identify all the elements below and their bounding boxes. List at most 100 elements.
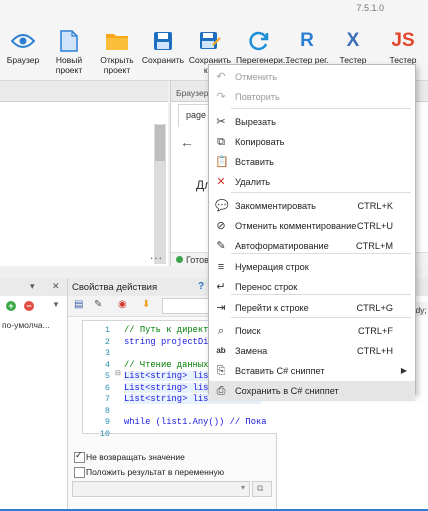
- scrollbar-thumb[interactable]: [155, 125, 165, 161]
- properties-title: Свойства действия: [72, 282, 158, 293]
- new-project-button[interactable]: Новый проект: [46, 30, 92, 75]
- line-number: 4: [104, 359, 110, 370]
- chevron-down-icon: ▾: [240, 483, 245, 492]
- menu-item-shortcut: CTRL+F: [358, 326, 393, 336]
- menu-item-6[interactable]: ✕ Удалить: [209, 172, 415, 192]
- regex-tester-button[interactable]: R Тестер рег.: [284, 30, 330, 65]
- close-icon[interactable]: ✕: [52, 281, 60, 292]
- scissors-icon: ✂: [216, 116, 226, 128]
- refresh-icon: [236, 30, 282, 52]
- line-number: 3: [104, 348, 110, 358]
- line-number: 10: [99, 428, 110, 439]
- copy-icon: ⧉: [217, 136, 225, 148]
- record-icon[interactable]: ◉: [118, 299, 127, 310]
- arrow-down-icon[interactable]: ⬇: [142, 299, 150, 310]
- save-label: Сохранить: [141, 55, 185, 65]
- wrap-icon: ↵: [216, 281, 226, 293]
- menu-item-2[interactable]: ↷ Повторить: [209, 87, 415, 107]
- menu-item-15[interactable]: ⎘ Вставить C# сниппет ▶: [209, 361, 415, 381]
- menu-item-label: Вставить: [235, 157, 274, 167]
- project-panel: [0, 81, 168, 266]
- browser-tab-label: page: [186, 110, 207, 120]
- menu-item-8[interactable]: ⊘ Отменить комментирование CTRL+U: [209, 216, 415, 236]
- menu-item-5[interactable]: 📋 Вставить: [209, 152, 415, 172]
- menu-item-3[interactable]: ✂ Вырезать: [209, 112, 415, 132]
- folder-icon: [94, 30, 140, 52]
- pin-icon[interactable]: ▾: [30, 281, 35, 292]
- fold-toggle-icon[interactable]: ⊟: [115, 369, 121, 377]
- line-number: 5: [104, 371, 110, 381]
- line-number: 2: [104, 336, 110, 347]
- menu-item-9[interactable]: ✎ Автоформатирование CTRL+M: [209, 236, 415, 256]
- no-return-checkbox[interactable]: ✓: [74, 450, 85, 463]
- js-tester-button[interactable]: JS Тестер: [380, 30, 426, 65]
- save-button[interactable]: Сохранить: [140, 30, 186, 65]
- check-icon: ✓: [75, 450, 83, 460]
- result-variable-select[interactable]: ▾: [72, 481, 250, 497]
- xpath-tester-button[interactable]: X Тестер: [330, 30, 376, 65]
- binoculars-icon: ⌕: [217, 325, 225, 337]
- edit-doc-icon[interactable]: ✎: [94, 299, 102, 310]
- code-line[interactable]: // Путь к директор: [124, 325, 219, 335]
- menu-item-10[interactable]: ≡ Нумерация строк: [209, 257, 415, 277]
- snippet-insert-icon: ⎘: [216, 365, 226, 377]
- open-project-button[interactable]: Открыть проект: [94, 30, 140, 75]
- browser-button[interactable]: Браузер: [0, 30, 46, 65]
- new-file-icon: [46, 30, 92, 52]
- menu-item-label: Автоформатирование: [235, 241, 329, 251]
- chevron-down-icon[interactable]: ▼: [52, 300, 60, 309]
- submenu-arrow-icon: ▶: [400, 366, 407, 375]
- variable-picker-button[interactable]: ⧉: [252, 481, 272, 497]
- menu-item-14[interactable]: ab Замена CTRL+H: [209, 341, 415, 361]
- code-line[interactable]: while (list1.Any()) // Пока: [124, 417, 267, 427]
- replace-icon: ab: [216, 346, 226, 355]
- back-arrow-icon[interactable]: ←: [180, 134, 194, 150]
- code-line[interactable]: string projectDir: [124, 337, 214, 347]
- line-number: 1: [104, 325, 110, 335]
- delete-icon: ✕: [216, 176, 226, 188]
- project-panel-header: [0, 81, 168, 102]
- menu-item-shortcut: CTRL+U: [357, 221, 393, 231]
- menu-item-label: Копировать: [235, 137, 285, 147]
- menu-item-label: Повторить: [235, 92, 280, 102]
- menu-item-label: Перейти к строке: [235, 303, 309, 313]
- menu-item-13[interactable]: ⌕ Поиск CTRL+F: [209, 321, 415, 341]
- tree-panel-header: ▾ ✕: [0, 278, 67, 296]
- redo-icon: ↷: [216, 91, 226, 103]
- help-icon[interactable]: ?: [198, 281, 204, 292]
- open-project-label: Открыть проект: [100, 55, 134, 75]
- line-number: 8: [104, 405, 110, 416]
- version-label: 7.5.1.0: [356, 3, 384, 13]
- status-ok-icon: [176, 256, 183, 263]
- menu-item-4[interactable]: ⧉ Копировать: [209, 132, 415, 152]
- menu-item-label: Замена: [235, 346, 268, 356]
- menu-item-shortcut: CTRL+K: [357, 201, 394, 211]
- line-number: 9: [104, 417, 110, 427]
- menu-item-16[interactable]: ⎙ Сохранить в C# сниппет: [209, 381, 415, 401]
- menu-item-shortcut: CTRL+G: [356, 303, 393, 313]
- tree-item[interactable]: по-умолча...: [2, 320, 50, 330]
- add-node-button[interactable]: +: [6, 301, 16, 311]
- menu-separator: [231, 108, 411, 109]
- menu-item-1[interactable]: ↶ Отменить: [209, 67, 415, 87]
- menu-separator: [231, 192, 411, 193]
- menu-item-label: Вырезать: [235, 117, 276, 127]
- regenerate-button[interactable]: Перегенери...: [236, 30, 290, 65]
- regex-r-icon: R: [300, 30, 314, 51]
- code-line[interactable]: List<string> list1: [124, 371, 220, 381]
- line-number: 6: [104, 382, 110, 393]
- menu-item-11[interactable]: ↵ Перенос строк: [209, 277, 415, 297]
- format-icon: ✎: [216, 240, 226, 252]
- put-result-checkbox[interactable]: [74, 467, 85, 478]
- browser-panel-title: Браузер: [176, 88, 209, 98]
- paste-icon: 📋: [215, 156, 229, 168]
- menu-item-shortcut: CTRL+M: [355, 241, 393, 251]
- remove-node-button[interactable]: −: [24, 301, 34, 311]
- menu-item-7[interactable]: 💬 Закомментировать CTRL+K: [209, 196, 415, 216]
- menu-item-12[interactable]: ⇥ Перейти к строке CTRL+G: [209, 298, 415, 318]
- menu-item-label: Нумерация строк: [235, 262, 309, 272]
- document-icon[interactable]: ▤: [74, 299, 83, 310]
- code-line[interactable]: // Чтение данных и: [124, 360, 219, 370]
- comment-icon: 💬: [215, 200, 229, 212]
- more-options-icon[interactable]: ...: [150, 248, 163, 262]
